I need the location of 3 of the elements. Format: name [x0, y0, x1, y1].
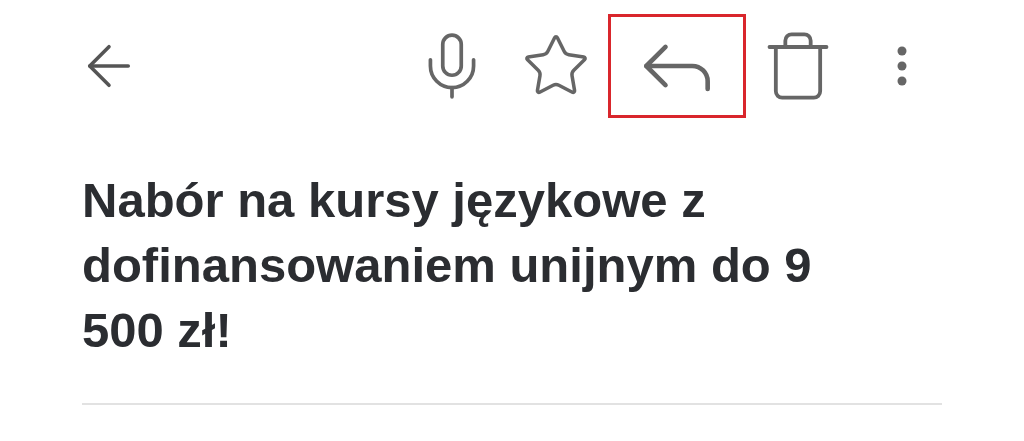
more-icon	[897, 46, 907, 86]
reply-button[interactable]	[608, 14, 746, 118]
email-subject: Nabór na kursy językowe z dofinansowaniem unijnym do 9 500 zł!	[82, 172, 813, 359]
